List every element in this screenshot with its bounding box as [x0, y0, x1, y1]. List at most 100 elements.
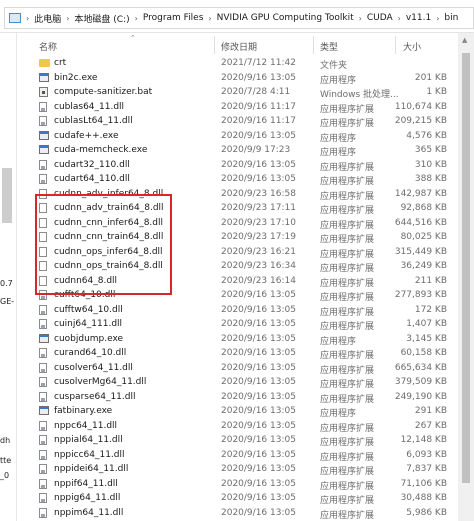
vertical-scrollbar[interactable]: ▲: [458, 33, 474, 521]
dll-icon: [39, 391, 47, 402]
file-date: 2020/9/16 13:05: [221, 290, 296, 300]
file-row[interactable]: nppim64_11.dll 2020/9/16 13:05 应用程序扩展 5,986…: [17, 506, 457, 521]
file-size: 388 KB: [414, 174, 447, 184]
address-bar[interactable]: › 此电脑 › 本地磁盘 (C:) › Program Files › NVID…: [0, 0, 474, 33]
file-date: 2020/9/16 13:05: [221, 130, 296, 141]
file-name: compute-sanitizer.bat: [54, 87, 153, 97]
breadcrumb-item[interactable]: bin: [441, 13, 461, 23]
file-row[interactable]: cusparse64_11.dll 2020/9/16 13:05 应用程序扩展 24…: [17, 390, 457, 405]
file-row[interactable]: cuda-memcheck.exe 2020/9/9 17:23 应用程序 365 K…: [17, 143, 457, 158]
file-row[interactable]: nppc64_11.dll 2020/9/16 13:05 应用程序扩展 267 KB: [17, 419, 457, 434]
exe-icon: [39, 72, 49, 82]
exe-icon: [39, 333, 49, 343]
column-date[interactable]: 修改日期: [221, 40, 257, 53]
file-row[interactable]: cudart32_110.dll 2020/9/16 13:05 应用程序扩展 310…: [17, 158, 457, 173]
column-divider[interactable]: [313, 36, 314, 54]
file-size: 1,407 KB: [406, 319, 447, 329]
scrollbar-thumb[interactable]: [462, 53, 470, 483]
file-date: 2020/9/16 13:05: [221, 420, 296, 431]
sort-up-icon: ⌃: [130, 34, 136, 42]
file-date: 2021/7/12 11:42: [221, 58, 296, 68]
breadcrumb-item[interactable]: CUDA: [364, 13, 396, 23]
file-type: 应用程序扩展: [320, 423, 375, 434]
file-size: 201 KB: [414, 72, 447, 83]
file-name: nppig64_11.dll: [54, 493, 121, 503]
file-row[interactable]: crt 2021/7/12 11:42 文件夹: [17, 56, 457, 71]
navigation-scrollbar-thumb[interactable]: [2, 168, 12, 223]
exe-icon: [39, 406, 49, 415]
breadcrumb-item[interactable]: Program Files: [140, 13, 207, 23]
dll-icon: [39, 493, 47, 503]
column-type[interactable]: 类型: [320, 40, 338, 53]
file-name: cusolver64_11.dll: [54, 362, 133, 373]
file-name: fatbinary.exe: [54, 406, 113, 416]
navigation-pane[interactable]: 0.7 GE- dh tte _0: [0, 33, 17, 521]
file-type: 应用程序扩展: [320, 322, 375, 332]
file-row[interactable]: cudafe++.exe 2020/9/16 13:05 应用程序 4,576 KB: [17, 129, 457, 144]
dll-icon: [39, 362, 47, 373]
file-row[interactable]: compute-sanitizer.bat 2020/7/28 4:11 Windo…: [17, 85, 457, 100]
file-row[interactable]: cusolverMg64_11.dll 2020/9/16 13:05 应用程序扩展…: [17, 375, 457, 390]
breadcrumb[interactable]: › 此电脑 › 本地磁盘 (C:) › Program Files › NVID…: [4, 7, 474, 29]
dll-icon: [39, 101, 47, 112]
file-row[interactable]: nppig64_11.dll 2020/9/16 13:05 应用程序扩展 30,48…: [17, 491, 457, 506]
column-name[interactable]: 名称: [39, 40, 57, 53]
file-type: 应用程序扩展: [320, 467, 375, 477]
file-size: 36,249 KB: [400, 261, 447, 271]
file-size: 211 KB: [414, 275, 447, 286]
file-size: 12,148 KB: [400, 435, 447, 445]
file-date: 2020/9/23 16:21: [221, 246, 296, 257]
file-name: nppial64_11.dll: [54, 435, 123, 445]
file-row[interactable]: nppial64_11.dll 2020/9/16 13:05 应用程序扩展 12,1…: [17, 433, 457, 448]
column-size[interactable]: 大小: [403, 40, 421, 53]
breadcrumb-item[interactable]: NVIDIA GPU Computing Toolkit: [214, 13, 357, 23]
file-row[interactable]: fatbinary.exe 2020/9/16 13:05 应用程序 291 KB: [17, 404, 457, 419]
file-date: 2020/9/16 13:05: [221, 464, 296, 474]
file-size: 267 KB: [414, 420, 447, 431]
file-type: 应用程序扩展: [320, 481, 375, 492]
breadcrumb-item[interactable]: v11.1: [403, 13, 434, 23]
file-row[interactable]: cuinj64_111.dll 2020/9/16 13:05 应用程序扩展 1,40…: [17, 317, 457, 332]
file-size: 71,106 KB: [400, 478, 447, 489]
file-name: cudart64_110.dll: [54, 174, 130, 184]
file-row[interactable]: curand64_10.dll 2020/9/16 13:05 应用程序扩展 60,1…: [17, 346, 457, 361]
file-row[interactable]: nppif64_11.dll 2020/9/16 13:05 应用程序扩展 71,10…: [17, 477, 457, 492]
file-row[interactable]: nppicc64_11.dll 2020/9/16 13:05 应用程序扩展 6,09…: [17, 448, 457, 463]
file-name: cusolverMg64_11.dll: [54, 377, 147, 387]
file-row[interactable]: cuobjdump.exe 2020/9/16 13:05 应用程序 3,145 KB: [17, 332, 457, 347]
file-date: 2020/9/16 13:05: [221, 449, 296, 460]
dll-icon: [39, 304, 47, 315]
breadcrumb-item[interactable]: 本地磁盘 (C:): [71, 12, 132, 25]
file-type: 应用程序扩展: [320, 177, 375, 187]
file-size: 80,025 KB: [400, 232, 447, 242]
column-divider[interactable]: [214, 36, 215, 54]
file-row[interactable]: cublasLt64_11.dll 2020/9/16 11:17 应用程序扩展 20…: [17, 114, 457, 129]
chevron-right-icon: ›: [436, 13, 440, 23]
file-size: 4,576 KB: [406, 130, 447, 141]
file-date: 2020/9/16 11:17: [221, 101, 296, 112]
file-row[interactable]: cusolver64_11.dll 2020/9/16 13:05 应用程序扩展 66…: [17, 361, 457, 376]
file-date: 2020/9/16 13:05: [221, 348, 296, 358]
file-type: 应用程序: [320, 75, 357, 86]
file-row[interactable]: bin2c.exe 2020/9/16 13:05 应用程序 201 KB: [17, 71, 457, 86]
file-type: 应用程序扩展: [320, 220, 375, 231]
file-row[interactable]: cudart64_110.dll 2020/9/16 13:05 应用程序扩展 388…: [17, 172, 457, 187]
computer-icon: [9, 13, 21, 23]
breadcrumb-item[interactable]: 此电脑: [31, 12, 64, 25]
file-row[interactable]: nppidei64_11.dll 2020/9/16 13:05 应用程序扩展 7,8…: [17, 462, 457, 477]
column-divider[interactable]: [395, 36, 396, 54]
file-size: 142,987 KB: [394, 188, 447, 199]
file-date: 2020/9/23 17:11: [221, 203, 296, 213]
file-row[interactable]: cublas64_11.dll 2020/9/16 11:17 应用程序扩展 110,…: [17, 100, 457, 115]
dll-icon: [39, 435, 47, 445]
file-size: 6,093 KB: [406, 449, 447, 460]
file-row[interactable]: cufftw64_10.dll 2020/9/16 13:05 应用程序扩展 172 …: [17, 303, 457, 318]
file-date: 2020/9/23 16:34: [221, 261, 296, 271]
file-type: 应用程序扩展: [320, 452, 375, 463]
file-name: cuobjdump.exe: [54, 333, 124, 344]
file-name: nppim64_11.dll: [54, 507, 124, 518]
file-name: cublasLt64_11.dll: [54, 116, 133, 126]
scroll-up-icon[interactable]: ▲: [462, 36, 467, 44]
file-size: 3,145 KB: [406, 333, 447, 344]
file-size: 665,634 KB: [394, 362, 447, 373]
